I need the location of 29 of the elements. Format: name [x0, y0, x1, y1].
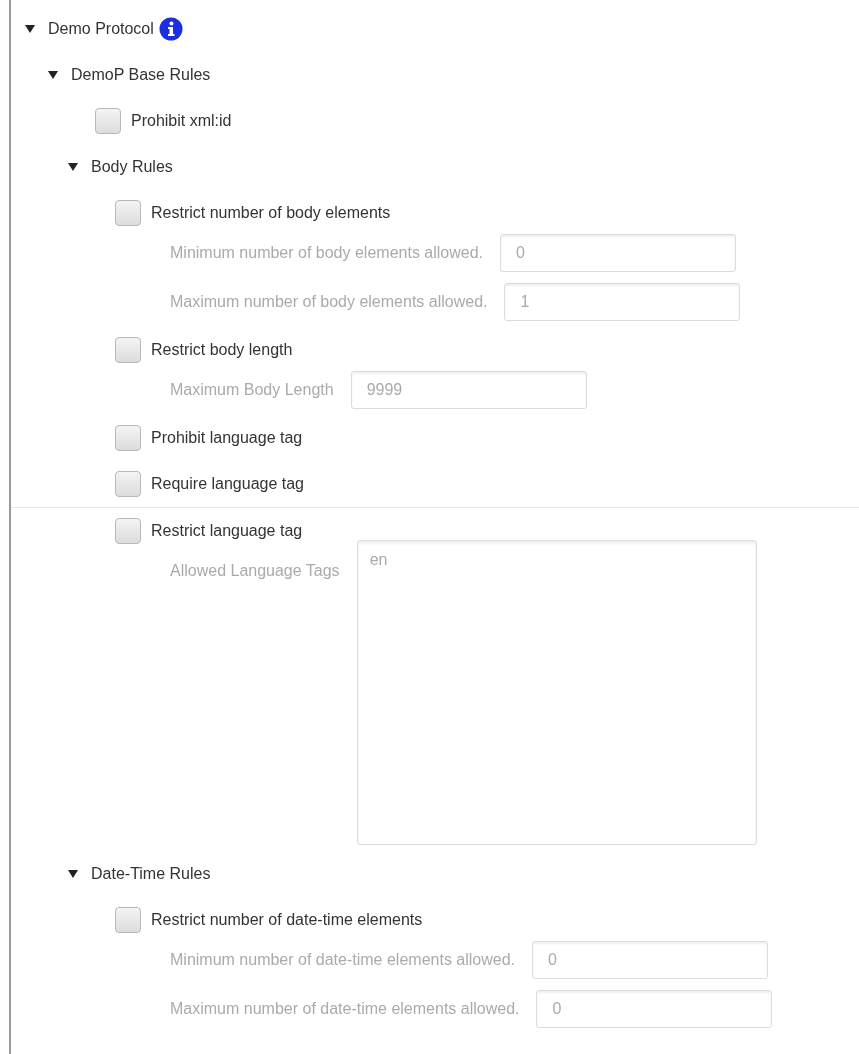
expand-triangle-icon[interactable]: [48, 70, 58, 80]
field-label: Maximum Body Length: [170, 380, 334, 400]
checkbox-label: Restrict number of date-time elements: [151, 911, 423, 929]
checkbox-label: Prohibit xml:id: [131, 112, 232, 130]
field-label: Maximum number of date-time elements allowed.: [170, 999, 520, 1019]
checkbox[interactable]: [115, 425, 141, 451]
checkbox-label: Restrict number of body elements: [151, 204, 391, 222]
group-title: Body Rules: [91, 158, 173, 176]
expand-triangle-icon[interactable]: [25, 24, 35, 34]
checkbox[interactable]: [95, 108, 121, 134]
checkbox-label: Prohibit language tag: [151, 429, 303, 447]
expand-triangle-icon[interactable]: [68, 869, 78, 879]
checkbox-label: Restrict body length: [151, 341, 293, 359]
expand-triangle-icon[interactable]: [68, 162, 78, 172]
checkbox[interactable]: [115, 471, 141, 497]
field-label: Minimum number of date-time elements allowed.: [170, 950, 516, 970]
group-title: Date-Time Rules: [91, 865, 211, 883]
field-label: Allowed Language Tags: [170, 561, 340, 581]
info-icon[interactable]: [158, 17, 183, 41]
checkbox[interactable]: [115, 518, 141, 544]
field-label: Minimum number of body elements allowed.: [170, 243, 484, 263]
checkbox[interactable]: [115, 907, 141, 933]
checkbox[interactable]: [115, 200, 141, 226]
group-title: Demo Protocol: [48, 20, 154, 38]
checkbox[interactable]: [115, 337, 141, 363]
checkbox-label: Require language tag: [151, 475, 304, 493]
checkbox-label: Restrict language tag: [151, 522, 303, 540]
field-label: Maximum number of body elements allowed.: [170, 292, 488, 312]
group-title: DemoP Base Rules: [71, 66, 211, 84]
